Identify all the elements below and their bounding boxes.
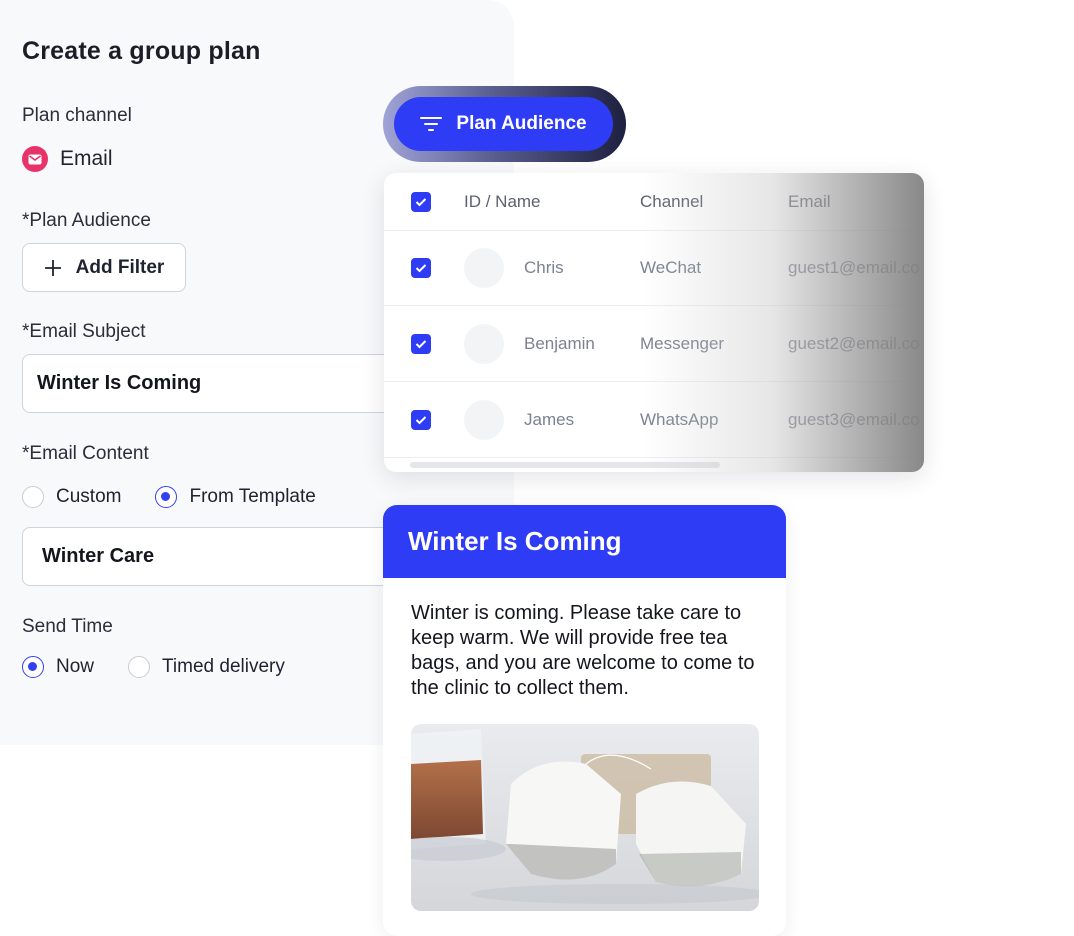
plan-channel-label: Plan channel — [22, 105, 132, 126]
subject-label: *Email Subject — [22, 321, 146, 342]
page-title: Create a group plan — [22, 37, 261, 65]
table-header: ID / Name Channel Email — [384, 173, 924, 231]
radio-from-template[interactable]: From Template — [155, 486, 316, 508]
radio-circle-selected — [22, 656, 44, 678]
radio-circle-selected — [155, 486, 178, 508]
mail-icon — [22, 146, 48, 172]
subject-value: Winter Is Coming — [37, 372, 202, 394]
row-email: guest1@email.co — [788, 258, 920, 277]
plan-audience-button[interactable]: Plan Audience — [394, 97, 613, 151]
row-name: Benjamin — [524, 334, 595, 353]
row-name: Chris — [524, 258, 564, 277]
radio-circle — [128, 656, 151, 678]
row-channel: WeChat — [640, 258, 702, 277]
column-header-name: ID / Name — [464, 191, 541, 211]
radio-custom[interactable]: Custom — [22, 486, 121, 508]
column-header-channel: Channel — [640, 191, 704, 211]
table-row[interactable]: Benjamin Messenger guest2@email.co — [384, 307, 924, 382]
plan-audience-label: Plan Audience — [456, 113, 587, 134]
email-preview-title: Winter Is Coming — [383, 505, 786, 578]
channel-text: Email — [60, 147, 113, 170]
radio-label: Now — [56, 656, 95, 677]
content-label: *Email Content — [22, 443, 149, 464]
email-preview-card: Winter Is Coming Winter is coming. Pleas… — [383, 505, 786, 936]
row-checkbox[interactable] — [411, 410, 431, 430]
row-checkbox[interactable] — [411, 334, 431, 354]
radio-label: From Template — [189, 486, 316, 507]
radio-circle — [22, 486, 44, 508]
send-time-label: Send Time — [22, 616, 113, 637]
template-select[interactable]: Winter Care — [22, 527, 422, 586]
channel-value: Email — [22, 146, 113, 172]
template-value: Winter Care — [42, 545, 155, 567]
table-row[interactable]: Chris WeChat guest1@email.co — [384, 231, 924, 306]
add-filter-button[interactable]: Add Filter — [22, 243, 186, 292]
row-checkbox[interactable] — [411, 258, 431, 278]
row-channel: Messenger — [640, 334, 725, 353]
table-row[interactable]: James WhatsApp guest3@email.co — [384, 383, 924, 458]
horizontal-scrollbar[interactable] — [410, 462, 720, 468]
column-header-email: Email — [788, 191, 831, 211]
radio-label: Timed delivery — [162, 656, 285, 677]
plus-icon — [44, 259, 61, 276]
avatar — [464, 324, 504, 364]
row-name: James — [524, 410, 575, 429]
send-time-radio-group: Now Timed delivery — [22, 656, 319, 678]
audience-table: ID / Name Channel Email Chris WeChat gue… — [384, 173, 924, 472]
tea-bags-image — [411, 724, 759, 911]
subject-input[interactable]: Winter Is Coming — [22, 354, 422, 413]
radio-label: Custom — [56, 486, 122, 507]
select-all-checkbox[interactable] — [411, 191, 431, 212]
avatar — [464, 248, 504, 288]
content-radio-group: Custom From Template — [22, 486, 350, 508]
row-email: guest3@email.co — [788, 410, 920, 429]
filter-icon — [420, 117, 443, 131]
add-filter-label: Add Filter — [75, 256, 165, 278]
email-preview-body: Winter is coming. Please take care to ke… — [411, 602, 755, 699]
audience-label: *Plan Audience — [22, 210, 151, 231]
row-channel: WhatsApp — [640, 410, 719, 429]
avatar — [464, 400, 504, 440]
radio-now[interactable]: Now — [22, 656, 94, 678]
radio-timed-delivery[interactable]: Timed delivery — [128, 656, 285, 678]
row-email: guest2@email.co — [788, 334, 920, 353]
